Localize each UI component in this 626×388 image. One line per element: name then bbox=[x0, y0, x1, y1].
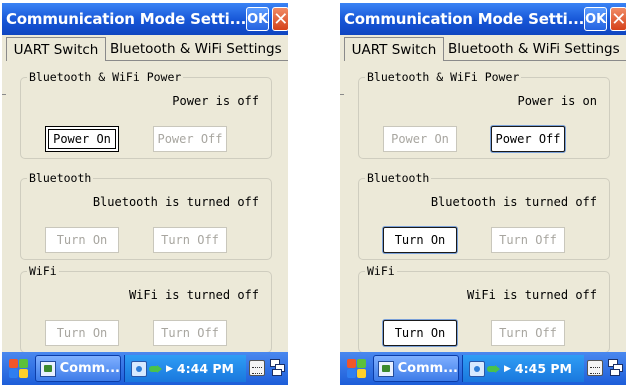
wifi-turn-on-button[interactable]: Turn On bbox=[383, 320, 457, 346]
network-icon[interactable] bbox=[131, 360, 147, 377]
taskbar-app-button[interactable]: Comm... bbox=[373, 355, 459, 382]
app-window-icon bbox=[378, 360, 394, 377]
bluetooth-turn-on-button[interactable]: Turn On bbox=[45, 227, 119, 253]
title-bar: Communication Mode Setti... OK ✕ bbox=[340, 3, 626, 35]
wifi-status: WiFi is turned off bbox=[466, 288, 597, 302]
tab-bar: UART Switch Bluetooth & WiFi Settings bbox=[2, 37, 288, 95]
power-off-button[interactable]: Power Off bbox=[153, 126, 227, 152]
start-flag-icon[interactable] bbox=[8, 358, 30, 380]
desktop-icon[interactable] bbox=[608, 359, 624, 377]
wifi-turn-off-button[interactable]: Turn Off bbox=[491, 320, 565, 346]
power-status: Power is on bbox=[517, 94, 597, 108]
title-bar: Communication Mode Setti... OK ✕ bbox=[2, 3, 288, 35]
power-status: Power is off bbox=[172, 94, 259, 108]
clock[interactable]: 4:45 PM bbox=[515, 361, 572, 376]
system-tray: ▶ 4:44 PM bbox=[124, 355, 246, 382]
ok-button[interactable]: OK bbox=[584, 7, 608, 31]
group-legend: WiFi bbox=[27, 264, 59, 278]
taskbar: Comm... ▶ 4:45 PM bbox=[340, 352, 626, 385]
taskbar-app-button[interactable]: Comm... bbox=[35, 355, 121, 382]
window-title: Communication Mode Setti... bbox=[6, 10, 247, 28]
bluetooth-status: Bluetooth is turned off bbox=[92, 195, 259, 209]
wifi-status: WiFi is turned off bbox=[128, 288, 259, 302]
close-button[interactable]: ✕ bbox=[610, 7, 626, 31]
group-bluetooth-wifi-power: Bluetooth & WiFi Power Power is off Powe… bbox=[20, 70, 272, 159]
tray-arrow-icon[interactable]: ▶ bbox=[504, 364, 511, 374]
sync-icon[interactable] bbox=[487, 364, 501, 374]
taskbar-app-label: Comm... bbox=[397, 361, 458, 376]
start-flag-icon[interactable] bbox=[346, 358, 368, 380]
tab-bluetooth-wifi-settings[interactable]: Bluetooth & WiFi Settings bbox=[106, 37, 288, 61]
group-legend: Bluetooth & WiFi Power bbox=[365, 70, 522, 84]
bluetooth-turn-on-button[interactable]: Turn On bbox=[383, 227, 457, 253]
tab-uart-switch[interactable]: UART Switch bbox=[344, 37, 444, 61]
tab-baseline bbox=[340, 94, 344, 95]
keyboard-icon[interactable] bbox=[587, 360, 603, 376]
bluetooth-status: Bluetooth is turned off bbox=[430, 195, 597, 209]
group-bluetooth-wifi-power: Bluetooth & WiFi Power Power is on Power… bbox=[358, 70, 610, 159]
tab-bar: UART Switch Bluetooth & WiFi Settings bbox=[340, 37, 626, 95]
app-window-icon bbox=[40, 360, 56, 377]
taskbar: Comm... ▶ 4:44 PM bbox=[2, 352, 288, 385]
sync-icon[interactable] bbox=[149, 364, 163, 374]
tray-arrow-icon[interactable]: ▶ bbox=[166, 364, 173, 374]
close-button[interactable]: ✕ bbox=[272, 7, 288, 31]
window-title: Communication Mode Setti... bbox=[344, 10, 585, 28]
group-bluetooth: Bluetooth Bluetooth is turned off Turn O… bbox=[20, 171, 272, 260]
desktop-icon[interactable] bbox=[270, 359, 286, 377]
power-on-button[interactable]: Power On bbox=[383, 126, 457, 152]
wifi-turn-off-button[interactable]: Turn Off bbox=[153, 320, 227, 346]
keyboard-icon[interactable] bbox=[249, 360, 265, 376]
group-wifi: WiFi WiFi is turned off Turn On Turn Off bbox=[20, 264, 272, 353]
group-bluetooth: Bluetooth Bluetooth is turned off Turn O… bbox=[358, 171, 610, 260]
ok-button[interactable]: OK bbox=[246, 7, 270, 31]
device-screen-left: Communication Mode Setti... OK ✕ UART Sw… bbox=[2, 3, 288, 385]
clock[interactable]: 4:44 PM bbox=[177, 361, 234, 376]
network-icon[interactable] bbox=[469, 360, 485, 377]
group-legend: Bluetooth bbox=[365, 171, 432, 185]
group-wifi: WiFi WiFi is turned off Turn On Turn Off bbox=[358, 264, 610, 353]
tab-uart-switch[interactable]: UART Switch bbox=[6, 37, 106, 61]
taskbar-app-label: Comm... bbox=[59, 361, 120, 376]
power-off-button[interactable]: Power Off bbox=[491, 126, 565, 152]
bluetooth-turn-off-button[interactable]: Turn Off bbox=[491, 227, 565, 253]
group-legend: WiFi bbox=[365, 264, 397, 278]
group-legend: Bluetooth & WiFi Power bbox=[27, 70, 184, 84]
device-screen-right: Communication Mode Setti... OK ✕ UART Sw… bbox=[340, 3, 626, 385]
tab-bluetooth-wifi-settings[interactable]: Bluetooth & WiFi Settings bbox=[444, 37, 626, 61]
system-tray: ▶ 4:45 PM bbox=[462, 355, 584, 382]
tab-baseline bbox=[2, 94, 6, 95]
power-on-button[interactable]: Power On bbox=[45, 126, 119, 152]
bluetooth-turn-off-button[interactable]: Turn Off bbox=[153, 227, 227, 253]
group-legend: Bluetooth bbox=[27, 171, 94, 185]
wifi-turn-on-button[interactable]: Turn On bbox=[45, 320, 119, 346]
